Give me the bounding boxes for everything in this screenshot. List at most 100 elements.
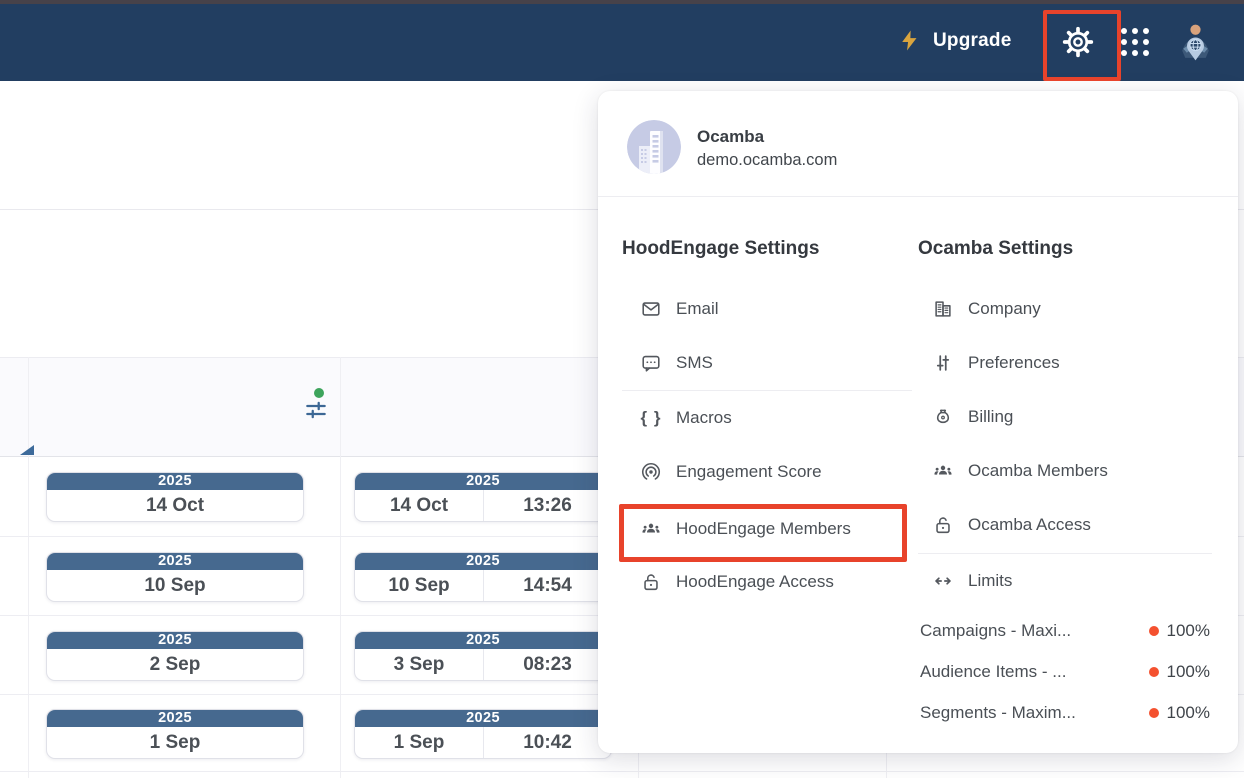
column-separator xyxy=(340,357,341,778)
menu-item-label: Engagement Score xyxy=(676,462,822,482)
app-window: Date created Date modified 2025 14 Oct 2… xyxy=(0,0,1244,778)
badge-time: 10:42 xyxy=(484,727,611,758)
badge-year: 2025 xyxy=(47,473,303,490)
upgrade-label: Upgrade xyxy=(933,30,1011,52)
menu-item-company[interactable]: Company xyxy=(932,285,1041,333)
row-divider xyxy=(0,771,1244,772)
email-icon xyxy=(640,298,662,320)
menu-item-label: Email xyxy=(676,299,719,319)
badge-date: 1 Sep xyxy=(47,727,303,758)
window-top-strip xyxy=(0,0,1244,4)
menu-item-preferences[interactable]: Preferences xyxy=(932,339,1060,387)
badge-year: 2025 xyxy=(355,632,611,649)
menu-item-label: Billing xyxy=(968,407,1013,427)
menu-item-ocamba-members[interactable]: Ocamba Members xyxy=(932,447,1108,495)
menu-item-label: Macros xyxy=(676,408,732,428)
billing-icon xyxy=(932,406,954,428)
menu-divider xyxy=(918,553,1212,554)
organization-domain: demo.ocamba.com xyxy=(697,151,837,170)
menu-item-label: Company xyxy=(968,299,1041,319)
menu-item-ocamba-access[interactable]: Ocamba Access xyxy=(932,501,1091,549)
menu-item-label: HoodEngage Members xyxy=(676,519,851,539)
section-title-hoodengage: HoodEngage Settings xyxy=(622,238,819,260)
menu-item-label: Ocamba Members xyxy=(968,461,1108,481)
limit-label: Campaigns - Maxi... xyxy=(920,621,1149,641)
preferences-icon xyxy=(932,352,954,374)
menu-item-macros[interactable]: { } Macros xyxy=(640,394,732,442)
badge-year: 2025 xyxy=(355,710,611,727)
date-created-badge: 2025 2 Sep xyxy=(46,631,304,681)
badge-time: 13:26 xyxy=(484,490,611,521)
menu-item-limits[interactable]: Limits xyxy=(932,557,1012,605)
panel-divider xyxy=(598,196,1238,197)
settings-dropdown-panel: Ocamba demo.ocamba.com HoodEngage Settin… xyxy=(598,91,1238,753)
cell-corner-marker xyxy=(20,445,34,455)
badge-year: 2025 xyxy=(355,553,611,570)
limits-icon xyxy=(932,570,954,592)
menu-item-hoodengage-members[interactable]: HoodEngage Members xyxy=(640,505,851,553)
badge-date: 10 Sep xyxy=(47,570,303,601)
limit-status-dot xyxy=(1149,667,1159,677)
limit-row-audience-items[interactable]: Audience Items - ... 100% xyxy=(920,652,1210,692)
column-separator xyxy=(28,357,29,778)
date-created-badge: 2025 14 Oct xyxy=(46,472,304,522)
menu-item-hoodengage-access[interactable]: HoodEngage Access xyxy=(640,558,834,606)
limit-row-campaigns[interactable]: Campaigns - Maxi... 100% xyxy=(920,611,1210,651)
menu-item-label: Limits xyxy=(968,571,1012,591)
limit-status-dot xyxy=(1149,626,1159,636)
menu-item-label: HoodEngage Access xyxy=(676,572,834,592)
sms-icon xyxy=(640,352,662,374)
apps-grid-icon[interactable] xyxy=(1121,28,1149,56)
menu-item-label: SMS xyxy=(676,353,713,373)
organization-name: Ocamba xyxy=(697,127,764,147)
limit-row-segments[interactable]: Segments - Maxim... 100% xyxy=(920,693,1210,733)
badge-year: 2025 xyxy=(47,553,303,570)
menu-item-engagement-score[interactable]: Engagement Score xyxy=(640,448,822,496)
date-modified-badge: 2025 3 Sep 08:23 xyxy=(354,631,612,681)
filter-active-dot xyxy=(314,388,324,398)
date-modified-badge: 2025 10 Sep 14:54 xyxy=(354,552,612,602)
badge-year: 2025 xyxy=(47,710,303,727)
menu-divider xyxy=(622,390,912,391)
menu-item-sms[interactable]: SMS xyxy=(640,339,713,387)
badge-date: 3 Sep xyxy=(355,649,484,680)
limit-value: 100% xyxy=(1167,703,1210,723)
settings-gear-button[interactable] xyxy=(1059,23,1097,61)
organization-avatar xyxy=(627,120,681,174)
limit-label: Audience Items - ... xyxy=(920,662,1149,682)
limit-label: Segments - Maxim... xyxy=(920,703,1149,723)
user-avatar[interactable] xyxy=(1171,17,1220,66)
limit-status-dot xyxy=(1149,708,1159,718)
menu-item-label: Preferences xyxy=(968,353,1060,373)
date-modified-badge: 2025 14 Oct 13:26 xyxy=(354,472,612,522)
members-icon xyxy=(640,518,662,540)
date-created-badge: 2025 1 Sep xyxy=(46,709,304,759)
limit-value: 100% xyxy=(1167,621,1210,641)
menu-item-billing[interactable]: Billing xyxy=(932,393,1013,441)
badge-time: 08:23 xyxy=(484,649,611,680)
date-modified-badge: 2025 1 Sep 10:42 xyxy=(354,709,612,759)
menu-item-email[interactable]: Email xyxy=(640,285,719,333)
company-icon xyxy=(932,298,954,320)
badge-date: 10 Sep xyxy=(355,570,484,601)
badge-time: 14:54 xyxy=(484,570,611,601)
filter-icon[interactable] xyxy=(303,397,329,423)
badge-year: 2025 xyxy=(355,473,611,490)
upgrade-button[interactable]: Upgrade xyxy=(898,0,1011,81)
engagement-score-icon xyxy=(640,461,662,483)
members-icon xyxy=(932,460,954,482)
lock-icon xyxy=(932,514,954,536)
menu-item-label: Ocamba Access xyxy=(968,515,1091,535)
badge-date: 14 Oct xyxy=(47,490,303,521)
top-navigation-bar: Upgrade xyxy=(0,0,1244,81)
limit-value: 100% xyxy=(1167,662,1210,682)
macros-icon: { } xyxy=(640,407,662,429)
badge-date: 2 Sep xyxy=(47,649,303,680)
badge-date: 1 Sep xyxy=(355,727,484,758)
date-created-badge: 2025 10 Sep xyxy=(46,552,304,602)
lightning-icon xyxy=(898,29,921,52)
lock-icon xyxy=(640,571,662,593)
section-title-ocamba: Ocamba Settings xyxy=(918,238,1073,260)
badge-year: 2025 xyxy=(47,632,303,649)
badge-date: 14 Oct xyxy=(355,490,484,521)
